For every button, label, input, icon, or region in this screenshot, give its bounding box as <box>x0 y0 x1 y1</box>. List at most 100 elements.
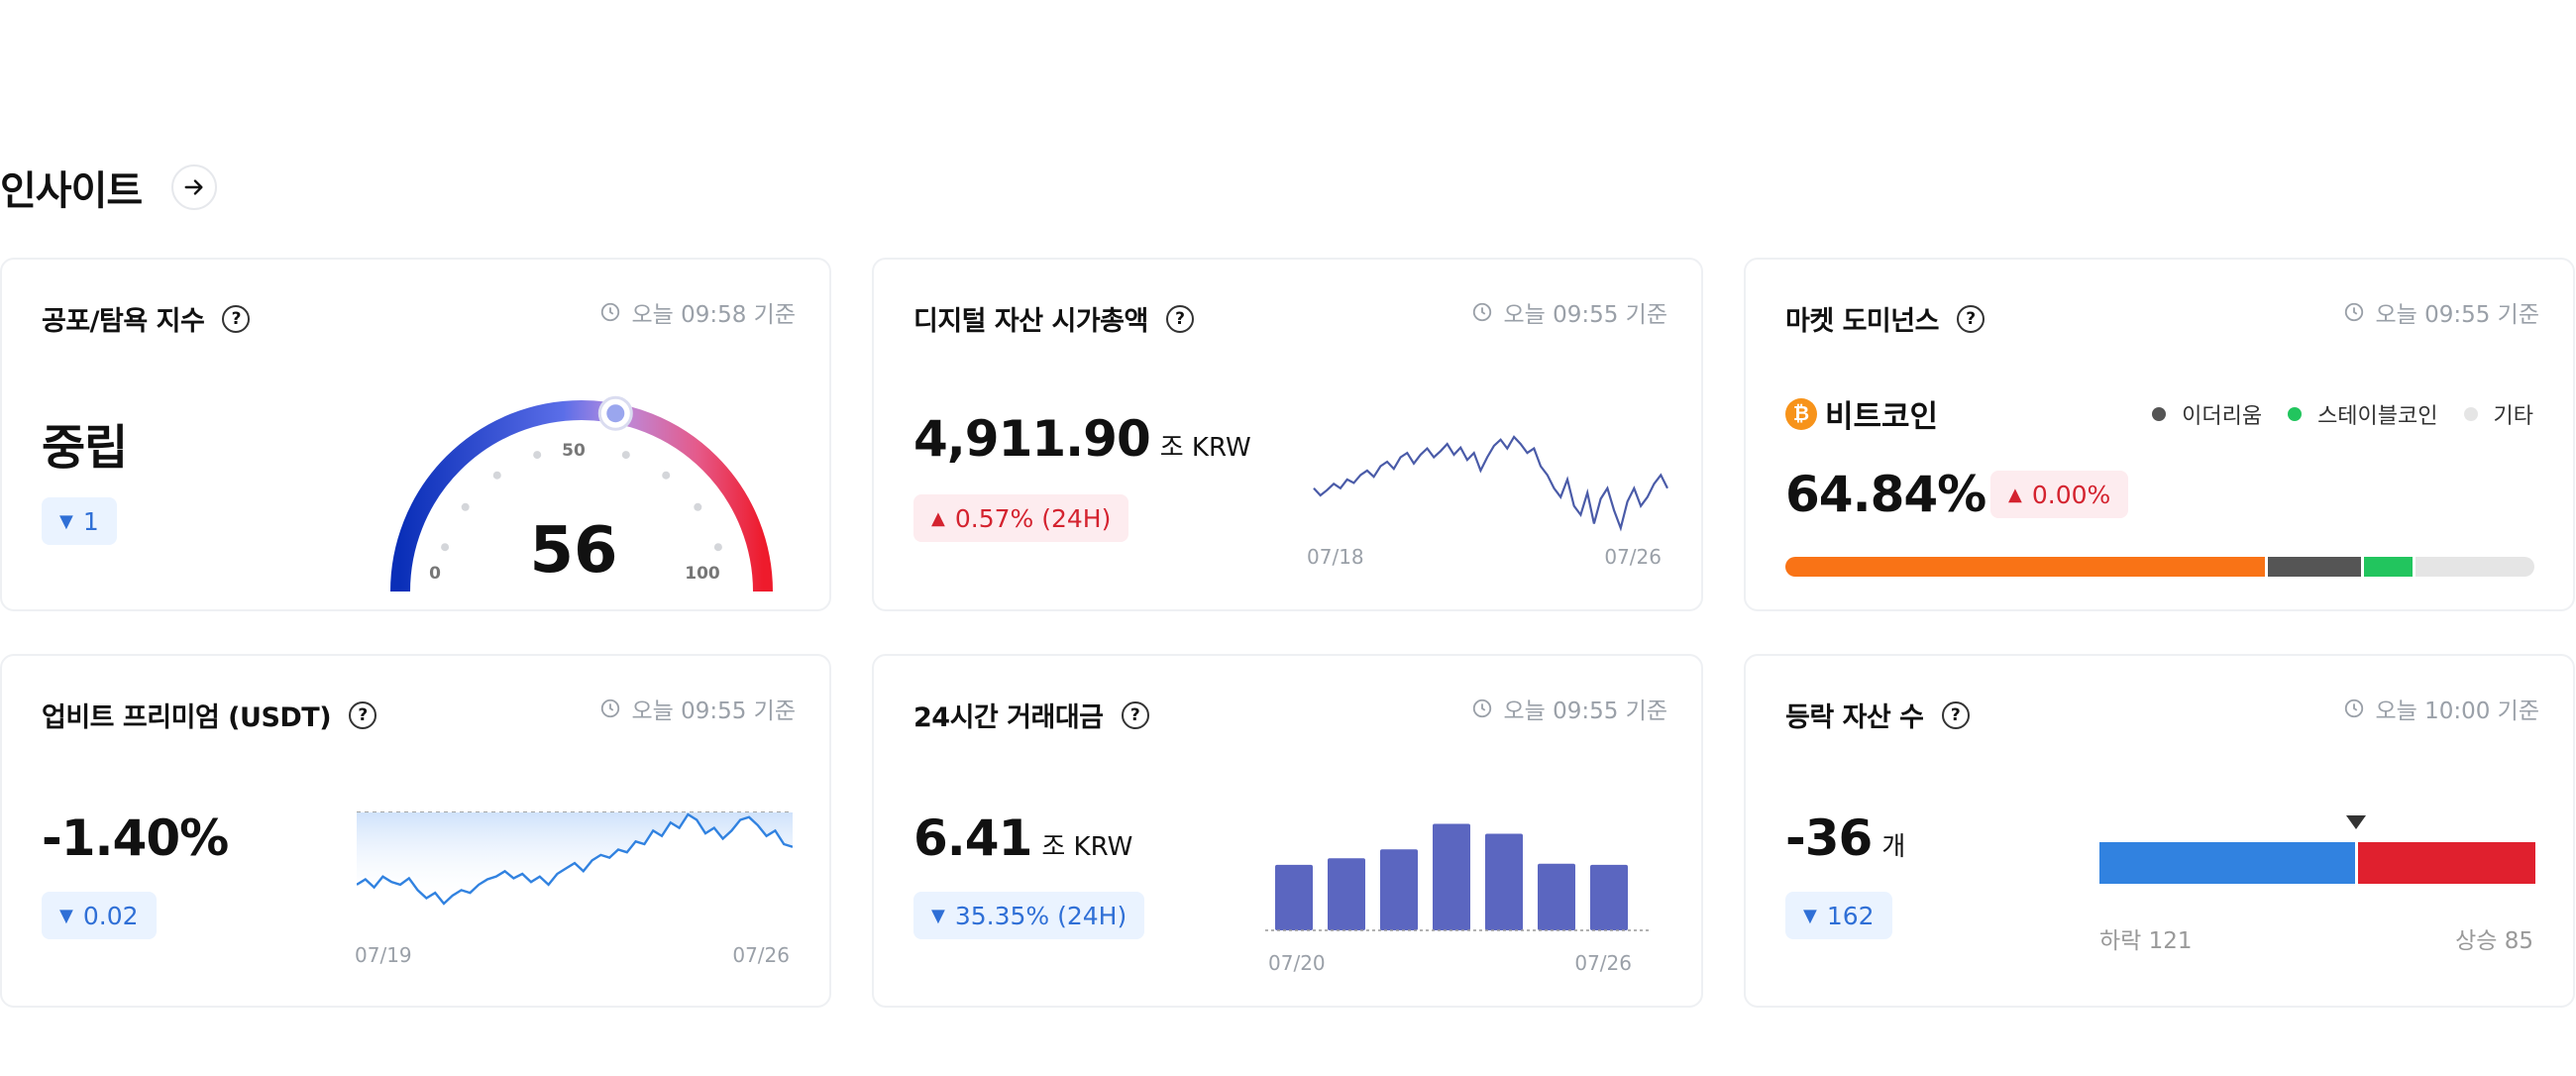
change-chip: ▼ 1 <box>42 497 117 545</box>
legend-item: 이더리움 <box>2152 398 2262 430</box>
timestamp: 오늘 09:55 기준 <box>599 692 796 725</box>
x-axis-end: 07/26 <box>732 943 790 967</box>
gauge-tick <box>694 502 702 511</box>
updown-bar <box>2099 842 2535 884</box>
timestamp: 오늘 09:55 기준 <box>2343 295 2539 329</box>
up-arrow-icon: ▲ <box>931 507 945 529</box>
legend-item: 스테이블코인 <box>2288 398 2438 430</box>
premium-sparkline <box>357 811 793 906</box>
clock-icon <box>601 699 620 718</box>
fear-greed-card[interactable]: 공포/탐욕 지수? 오늘 09:58 기준 중립 ▼ 1 0 50 100 56 <box>0 258 831 611</box>
section-title: 인사이트 <box>0 168 143 214</box>
updown-card[interactable]: 등락 자산 수? 오늘 10:00 기준 -36 개 ▼ 162 하락 121 상승… <box>1744 654 2575 1008</box>
x-axis-end: 07/26 <box>1604 545 1662 569</box>
card-title: 마켓 도미넌스 <box>1785 306 1939 337</box>
x-axis-start: 07/18 <box>1307 545 1364 569</box>
arrow-right-icon <box>184 179 203 195</box>
fear-greed-gauge: 0 50 100 56 <box>390 395 773 592</box>
legend-label: 이더리움 <box>2182 404 2263 429</box>
help-icon[interactable]: ? <box>1956 304 1985 333</box>
change-chip: ▼ 0.02 <box>42 892 157 939</box>
x-axis-start: 07/20 <box>1268 951 1326 975</box>
volume-value: 6.41 조 KRW <box>913 809 1133 867</box>
change-chip: ▼ 162 <box>1785 892 1892 939</box>
split-marker-icon <box>2346 815 2367 829</box>
legend-dot <box>2152 407 2167 421</box>
x-axis-start: 07/19 <box>355 943 412 967</box>
clock-icon <box>1473 302 1492 322</box>
gauge-tick <box>492 471 501 480</box>
change-chip: ▲ 0.00% <box>1990 471 2129 518</box>
clock-icon <box>601 302 620 322</box>
help-icon[interactable]: ? <box>349 700 377 729</box>
market-cap-card[interactable]: 디지털 자산 시가총액? 오늘 09:55 기준 4,911.90 조 KRW ▲… <box>872 258 1703 611</box>
gauge-min-label: 0 <box>429 564 441 584</box>
market-cap-sparkline <box>1313 435 1668 532</box>
bitcoin-icon: ₿ <box>1785 397 1817 430</box>
help-icon[interactable]: ? <box>1165 304 1194 333</box>
volume-bar <box>1380 849 1418 930</box>
help-icon[interactable]: ? <box>1941 700 1970 729</box>
timestamp: 오늘 10:00 기준 <box>2343 692 2539 725</box>
gauge-max-label: 100 <box>685 564 720 584</box>
premium-value: -1.40% <box>42 809 229 867</box>
down-segment <box>2099 842 2356 884</box>
gauge-mid-label: 50 <box>562 441 586 461</box>
legend-dot <box>2288 407 2303 421</box>
section-header: 인사이트 <box>0 159 218 216</box>
volume-bar <box>1485 833 1523 930</box>
change-chip: ▲ 0.57% (24H) <box>913 494 1129 542</box>
market-cap-value: 4,911.90 조 KRW <box>913 410 1251 468</box>
up-count-label: 상승 85 <box>2455 928 2533 954</box>
timestamp: 오늘 09:55 기준 <box>1471 692 1667 725</box>
dominance-segment <box>2415 557 2534 577</box>
volume-bar <box>1275 864 1313 930</box>
card-title: 업비트 프리미엄 (USDT) <box>42 702 332 733</box>
dominance-legend: 이더리움 스테이블코인 기타 <box>2126 398 2533 430</box>
card-title: 디지털 자산 시가총액 <box>913 306 1148 337</box>
dominance-card[interactable]: 마켓 도미넌스? 오늘 09:55 기준 ₿ 비트코인 이더리움 스테이블코인 기타 … <box>1744 258 2575 611</box>
dominance-segment <box>1785 557 2266 577</box>
card-title: 등락 자산 수 <box>1785 702 1924 733</box>
clock-icon <box>1473 699 1492 718</box>
gauge-pointer <box>597 395 633 431</box>
legend-label: 기타 <box>2493 404 2533 429</box>
volume-card[interactable]: 24시간 거래대금? 오늘 09:55 기준 6.41 조 KRW ▼ 35.35%… <box>872 654 1703 1008</box>
down-arrow-icon: ▼ <box>1803 905 1817 926</box>
volume-bar <box>1328 858 1365 930</box>
down-arrow-icon: ▼ <box>59 905 73 926</box>
volume-bar <box>1590 864 1628 930</box>
section-arrow-button[interactable] <box>171 164 218 210</box>
dominance-segment <box>2268 557 2361 577</box>
legend-label: 스테이블코인 <box>2317 404 2438 429</box>
volume-bar-chart <box>1265 823 1652 931</box>
gauge-tick <box>461 502 470 511</box>
help-icon[interactable]: ? <box>1121 700 1149 729</box>
timestamp: 오늘 09:55 기준 <box>1471 295 1667 329</box>
coin-name: 비트코인 <box>1825 399 1939 435</box>
gauge-tick <box>441 543 450 552</box>
gauge-tick <box>662 471 671 480</box>
legend-item: 기타 <box>2463 398 2533 430</box>
clock-icon <box>2345 302 2364 322</box>
gauge-value: 56 <box>529 514 617 588</box>
down-arrow-icon: ▼ <box>931 905 945 926</box>
gauge-tick <box>533 451 542 460</box>
gauge-tick <box>621 451 630 460</box>
up-segment <box>2358 842 2535 884</box>
coin-row: ₿ 비트코인 <box>1785 391 1938 436</box>
x-axis-end: 07/26 <box>1574 951 1632 975</box>
dominance-value: 64.84% <box>1785 466 1986 523</box>
updown-value: -36 개 <box>1785 809 1906 867</box>
volume-bar <box>1538 863 1575 930</box>
market-cap-line <box>1313 435 1668 532</box>
change-chip: ▼ 35.35% (24H) <box>913 892 1145 939</box>
volume-bar <box>1433 823 1470 930</box>
gauge-tick <box>713 543 722 552</box>
clock-icon <box>2345 699 2364 718</box>
legend-dot <box>2463 407 2478 421</box>
premium-card[interactable]: 업비트 프리미엄 (USDT)? 오늘 09:55 기준 -1.40% ▼ 0.0… <box>0 654 831 1008</box>
card-title: 24시간 거래대금 <box>913 702 1104 733</box>
help-icon[interactable]: ? <box>222 304 251 333</box>
unit-label: 개 <box>1881 832 1906 862</box>
